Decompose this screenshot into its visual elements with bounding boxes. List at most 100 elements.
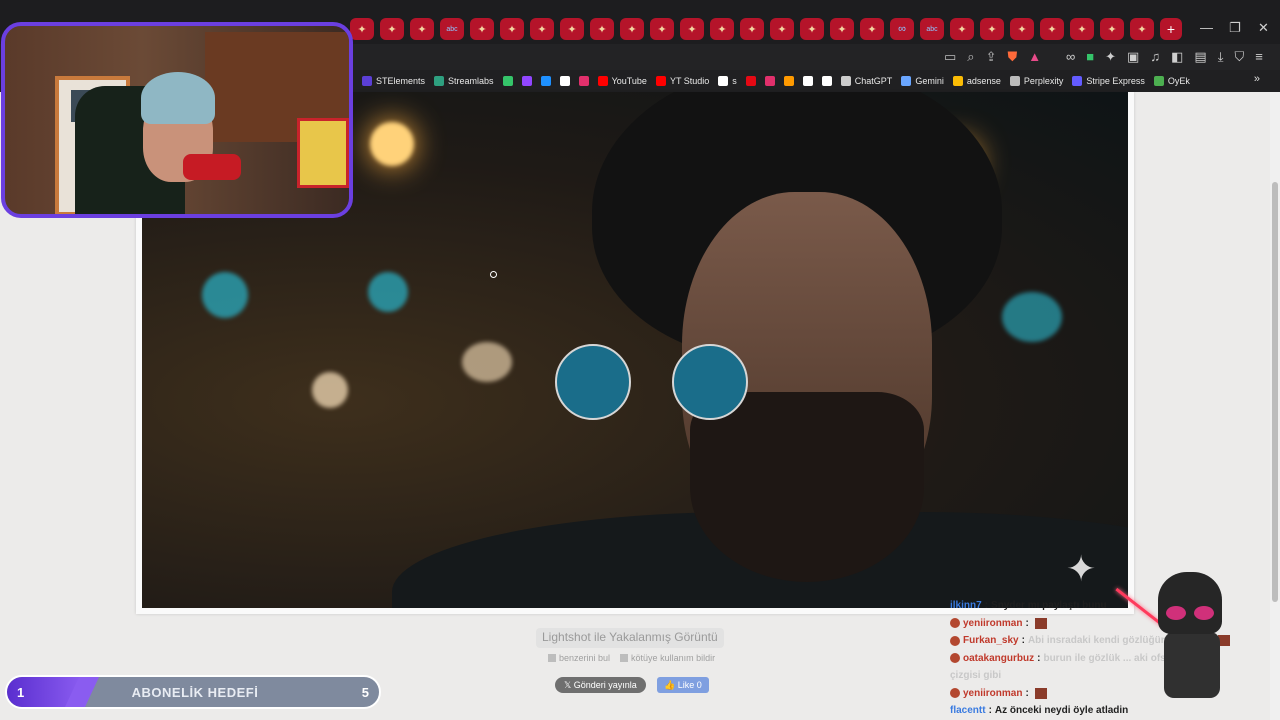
report-abuse-link[interactable]: kötüye kullanım bildir [620,653,715,663]
browser-tab[interactable]: ✦ [710,18,734,40]
browser-tab[interactable]: ✦ [1010,18,1034,40]
browser-tab[interactable]: ✦ [1070,18,1094,40]
browser-tab[interactable]: ✦ [350,18,374,40]
bookmark-label: Streamlabs [448,76,494,86]
bookmark-item[interactable] [764,76,775,86]
more-bookmarks-icon[interactable]: » [1254,73,1260,85]
bookmark-item[interactable] [578,76,589,86]
subscriber-goal-bar: ABONELİK HEDEFİ 1 5 [5,675,381,709]
bookmark-favicon-icon [540,76,551,86]
maximize-icon[interactable]: ❐ [1229,20,1241,36]
brave-shield-icon[interactable]: ⛊ [1007,49,1017,65]
browser-tab[interactable]: ✦ [470,18,494,40]
browser-tab[interactable]: ✦ [830,18,854,40]
browser-tab[interactable]: ✦ [650,18,674,40]
goal-current: 1 [17,685,25,700]
vpn-icon[interactable]: ⛉ [1234,49,1244,65]
chat-username[interactable]: flacentt [950,705,986,716]
music-icon[interactable]: ♫ [1150,49,1160,65]
browser-tab[interactable]: ✦ [560,18,584,40]
bookmark-label: Stripe Express [1086,76,1145,86]
bookmark-favicon-icon [434,76,445,86]
browser-tab[interactable]: ∞ [890,18,914,40]
chat-username[interactable]: yeniironman [963,688,1022,699]
facebook-like-button[interactable]: 👍 Like 0 [657,677,709,693]
minimize-icon[interactable]: — [1200,20,1213,35]
bookmark-favicon-icon [952,76,963,86]
browser-tab[interactable]: ✦ [980,18,1004,40]
browser-tab[interactable]: ✦ [500,18,524,40]
beanie [141,72,215,124]
bookmark-item[interactable]: Stripe Express [1072,76,1145,86]
browser-tab[interactable]: ✦ [620,18,644,40]
right-lens [672,344,748,420]
bookmark-item[interactable]: adsense [952,76,1001,86]
browser-tab[interactable]: ✦ [950,18,974,40]
chat-username[interactable]: yeniironman [963,618,1022,629]
bookmark-item[interactable]: YouTube [597,76,647,86]
bookmark-item[interactable] [821,76,832,86]
chat-username[interactable]: Furkan_sky [963,635,1019,646]
bookmark-item[interactable] [745,76,756,86]
zoom-icon[interactable]: ⌕ [967,49,974,65]
chat-username[interactable]: oatakangurbuz [963,653,1034,664]
browser-tab[interactable]: ✦ [380,18,404,40]
browser-tab[interactable]: ✦ [680,18,704,40]
browser-tab[interactable]: ✦ [860,18,884,40]
chat-username[interactable]: ilkinn7 [950,600,982,611]
bookmark-item[interactable]: ChatGPT [840,76,892,86]
close-icon[interactable]: ✕ [1258,20,1269,36]
mouse-cursor-icon [490,271,497,278]
page-scrollbar[interactable] [1270,92,1280,720]
sidebar-icon[interactable]: ◧ [1171,49,1183,65]
browser-tab[interactable]: ✦ [1130,18,1154,40]
bookmark-item[interactable]: STElements [362,76,425,86]
find-similar-link[interactable]: benzerini bul [548,653,610,663]
bookmark-item[interactable]: YT Studio [655,76,710,86]
bookmark-item[interactable]: Streamlabs [434,76,494,86]
browser-tab[interactable]: abc [920,18,944,40]
bookmark-label: STElements [376,76,426,86]
bookmark-item[interactable] [521,76,532,86]
bookmark-item[interactable] [802,76,813,86]
bookmark-label: adsense [966,76,1001,86]
sparkle-icon: ✦ [1066,548,1097,589]
bookmark-item[interactable]: OyEk [1153,76,1190,86]
bookmark-favicon-icon [718,76,729,86]
extension-icon-3[interactable]: ▣ [1127,49,1139,65]
browser-tab[interactable]: ✦ [1100,18,1124,40]
brave-rewards-icon[interactable]: ▲ [1028,49,1041,65]
extension-icon-2[interactable]: ■ [1086,49,1094,65]
new-tab-button[interactable]: + [1160,18,1182,40]
download-icon[interactable]: ⤓ [1218,49,1224,65]
bookmark-label: YouTube [611,76,647,86]
tab-strip: ✦ ✦ ✦ abc ✦ ✦ ✦ ✦ ✦ ✦ ✦ ✦ ✦ ✦ ✦ ✦ ✦ ✦ ∞ abc ✦ ✦ ✦ ✦ ✦ ✦ ✦ + [350,18,1182,40]
bookmark-item[interactable]: Perplexity [1009,76,1063,86]
screen-cast-icon[interactable]: ▭ [944,49,956,65]
bookmark-item[interactable] [559,76,570,86]
scrollbar-thumb[interactable] [1272,182,1278,602]
extension-icon-1[interactable]: ∞ [1066,49,1075,65]
left-lens [555,344,631,420]
bookmark-item[interactable] [783,76,794,86]
bookmark-item[interactable] [540,76,551,86]
search-icon [548,654,556,662]
wallet-icon[interactable]: ▤ [1194,49,1206,65]
share-icon[interactable]: ⇪ [986,49,997,65]
browser-tab[interactable]: ✦ [590,18,614,40]
bookmark-item[interactable]: Gemini [901,76,944,86]
goal-title: ABONELİK HEDEFİ [131,685,259,700]
browser-tab[interactable]: ✦ [740,18,764,40]
browser-tab[interactable]: abc [440,18,464,40]
menu-icon[interactable]: ≡ [1255,49,1263,65]
bookmark-item[interactable]: s [718,76,737,86]
bookmark-label: YT Studio [669,76,710,86]
browser-tab[interactable]: ✦ [1040,18,1064,40]
browser-tab[interactable]: ✦ [770,18,794,40]
browser-tab[interactable]: ✦ [410,18,434,40]
browser-tab[interactable]: ✦ [800,18,824,40]
share-on-x-button[interactable]: 𝕏 Gönderi yayınla [555,677,646,693]
puzzle-icon[interactable]: ✦ [1105,49,1116,65]
browser-tab[interactable]: ✦ [530,18,554,40]
bookmark-item[interactable] [502,76,513,86]
